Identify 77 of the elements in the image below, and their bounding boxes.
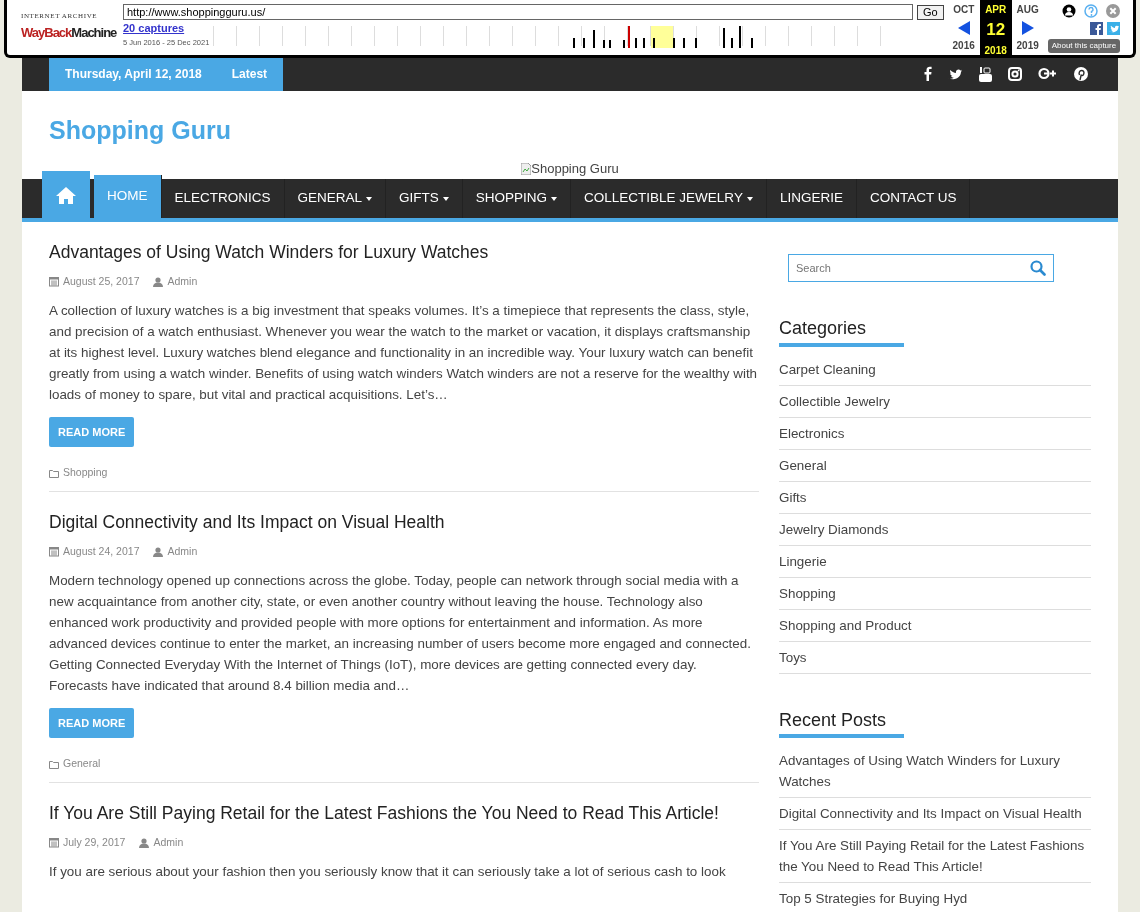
post-excerpt: A collection of luxury watches is a big investment that speaks volumes. It’s a timepiece that represents the class, style, and precision of a watch enthusiast. Whenever you wear the watch to the market or vacation, it displays craftsmanship at its highest level. Luxury watches blend elegance and functionality in an incredible way. Your luxury watch can benefit greatly from using a watch winder. Benefits of using watch winders Watch winders are not a reserve for the wealthy with loads of money to spare, but vital and practical acquisitions. Let’s… — [49, 301, 759, 404]
search-icon[interactable] — [1030, 260, 1046, 276]
day-label: 12 — [986, 19, 1006, 41]
year-label: 2018 — [983, 43, 1008, 58]
post-category[interactable]: Shopping — [63, 465, 108, 481]
month-label: AUG — [1015, 3, 1040, 17]
pinterest-icon[interactable] — [1074, 66, 1088, 81]
user-icon[interactable] — [1062, 4, 1077, 18]
calendar-month[interactable]: OCT 2016 — [947, 0, 980, 55]
nav-item[interactable]: ELECTRONICS — [161, 179, 285, 218]
calendar-month[interactable]: AUG 2019 — [1011, 0, 1044, 55]
captures-link[interactable]: 20 captures — [123, 20, 210, 37]
sidebar-link[interactable]: General — [779, 449, 1091, 482]
url-field[interactable]: http://www.shoppingguru.us/ — [123, 4, 913, 20]
home-icon — [55, 185, 77, 204]
folder-icon — [49, 759, 59, 769]
current-date: Thursday, April 12, 2018 — [65, 65, 202, 83]
post-title[interactable]: Digital Connectivity and Its Impact on Visual Health — [49, 512, 759, 533]
post-date: August 24, 2017 — [63, 544, 140, 559]
month-label: APR — [984, 3, 1008, 17]
calendar-month[interactable]: APR 12 2018 — [979, 0, 1012, 55]
post-category[interactable]: General — [63, 756, 101, 772]
close-icon[interactable] — [1106, 4, 1121, 18]
post-author[interactable]: Admin — [167, 274, 198, 290]
month-label: OCT — [952, 3, 976, 17]
sidebar-link[interactable]: Shopping and Product — [779, 609, 1091, 642]
google-plus-icon[interactable] — [1038, 67, 1058, 80]
user-icon — [153, 276, 164, 287]
nav-item[interactable]: COLLECTIBLE JEWELRY — [571, 179, 767, 218]
calendar-icon — [49, 837, 59, 849]
nav-item[interactable]: GENERAL — [284, 179, 387, 218]
user-icon — [139, 837, 150, 848]
twitter-icon[interactable] — [948, 67, 963, 80]
sidebar-link[interactable]: Electronics — [779, 417, 1091, 450]
calendar-icon — [49, 276, 59, 288]
go-button[interactable]: Go — [917, 5, 944, 20]
post-excerpt: Modern technology opened up connections across the globe. Today, people can network through social media with a new acquaintance from another city, state, or even another country without leaving the house. Technology also enhanced work productivity and provided people with more options for entertainment and information. As more advanced devices continue to enter the market, an increasing number of users become more engaged and connected. Getting Connected Everyday With the Internet of Things (IoT), more devices are getting connected every day. Forecasts have indicated that around 8.4 billion media and… — [49, 571, 752, 695]
post-date: August 25, 2017 — [63, 274, 140, 289]
folder-icon — [49, 468, 59, 478]
widget-title: Recent Posts — [779, 709, 888, 732]
user-icon — [153, 546, 164, 557]
post-excerpt: If you are serious about your fashion then you seriously know that it can seriously take a lot of serious cash to look — [49, 862, 727, 881]
sidebar-link[interactable]: Shopping — [779, 577, 1091, 610]
about-capture-button[interactable]: About this capture — [1047, 39, 1121, 53]
broken-image-icon — [521, 162, 532, 175]
sidebar-link[interactable]: If You Are Still Paying Retail for the Latest Fashions the You Need to Read This Article! — [779, 830, 1091, 884]
post-title[interactable]: Advantages of Using Watch Winders for Luxury Watches — [49, 242, 759, 263]
sidebar-link[interactable]: Digital Connectivity and Its Impact on Visual Health — [779, 798, 1091, 831]
facebook-icon[interactable] — [923, 66, 932, 81]
sidebar-link[interactable]: Carpet Cleaning — [779, 353, 1091, 386]
previous-arrow-icon — [957, 20, 970, 35]
sidebar-link[interactable]: Advantages of Using Watch Winders for Luxury Watches — [779, 745, 1091, 799]
image-alt-text: Shopping Guru — [531, 160, 619, 178]
widget-title: Categories — [779, 318, 868, 340]
sidebar-link[interactable]: Top 5 Strategies for Buying Hyd — [779, 883, 1091, 912]
sidebar-link[interactable]: Toys — [779, 641, 1091, 674]
next-arrow-icon — [1021, 20, 1034, 35]
nav-item[interactable]: SHOPPING — [462, 179, 572, 218]
home-button[interactable] — [42, 171, 90, 218]
wayback-logo[interactable]: WayBackMachine — [21, 22, 117, 43]
sidebar-link[interactable]: Jewelry Diamonds — [779, 513, 1091, 546]
post-author[interactable]: Admin — [153, 835, 184, 851]
calendar-icon — [49, 546, 59, 558]
post-author[interactable]: Admin — [167, 544, 198, 560]
sidebar-link[interactable]: Lingerie — [779, 545, 1091, 578]
year-label: 2016 — [951, 39, 976, 53]
year-label: 2019 — [1015, 39, 1040, 53]
post-title[interactable]: If You Are Still Paying Retail for the Latest Fashions the You Need to Read This Article! — [49, 803, 759, 824]
nav-item[interactable]: LINGERIE — [766, 179, 857, 218]
sidebar-link[interactable]: Collectible Jewelry — [779, 385, 1091, 418]
search-field[interactable]: Search — [788, 254, 1054, 282]
instagram-icon[interactable] — [1008, 66, 1022, 81]
nav-item[interactable]: CONTACT US — [856, 179, 971, 218]
sidebar-link[interactable]: Gifts — [779, 481, 1091, 514]
facebook-icon[interactable] — [1090, 22, 1104, 35]
nav-item[interactable]: GIFTS — [386, 179, 463, 218]
post-date: July 29, 2017 — [63, 835, 126, 850]
